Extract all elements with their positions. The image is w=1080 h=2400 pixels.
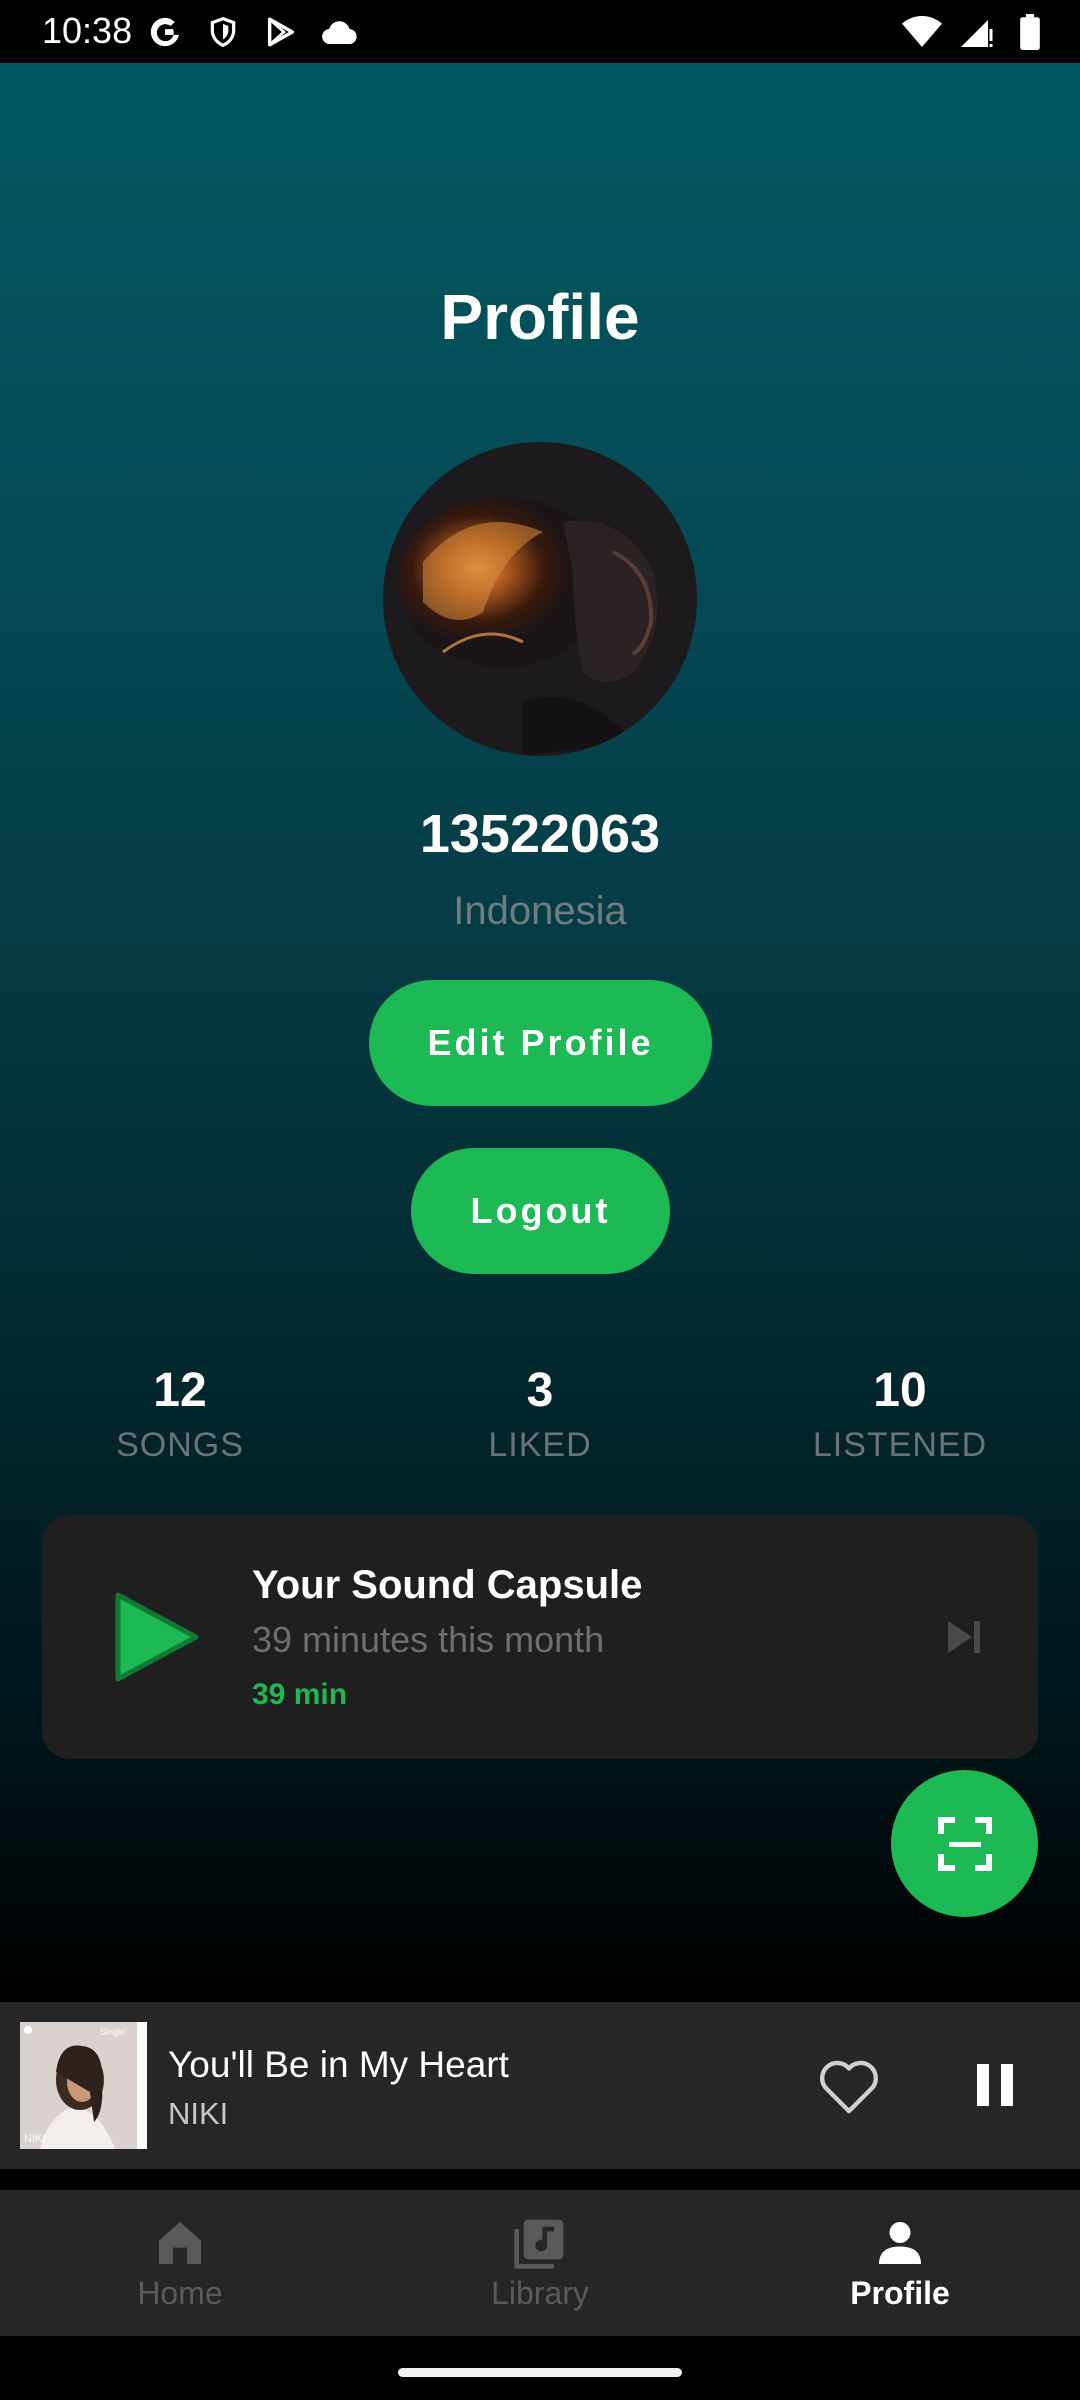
stat-liked-label: LIKED [488,1426,592,1464]
sound-capsule-card[interactable]: Your Sound Capsule 39 minutes this month… [42,1515,1038,1759]
capsule-subtitle: 39 minutes this month [252,1619,605,1660]
system-icons [902,12,1050,52]
nav-label-library: Library [491,2274,589,2311]
nav-gap [0,2169,1080,2190]
scan-icon [937,1816,992,1871]
svg-text:Single: Single [100,2027,125,2037]
stat-songs-value: 12 [153,1364,207,1417]
google-icon [145,12,185,52]
avatar [383,442,697,756]
edit-profile-button[interactable]: Edit Profile [369,980,712,1106]
battery-icon [1010,12,1050,52]
bottom-nav: Home Library Profile [0,2190,1080,2336]
profile-screen: Profile 13522063 Indonesia Edit Profile … [0,63,1080,2000]
pause-icon[interactable] [975,2062,1015,2108]
play-icon[interactable] [106,1587,206,1687]
album-art[interactable]: Single NIKI [20,2022,147,2149]
heart-icon[interactable] [816,2054,882,2116]
notification-icons [145,12,359,52]
stat-songs-label: SONGS [116,1426,244,1464]
capsule-title: Your Sound Capsule [252,1563,643,1607]
svg-text:NIKI: NIKI [24,2133,45,2145]
wifi-icon [902,12,942,52]
nav-item-library[interactable]: Library [360,2190,720,2336]
home-icon [159,2221,201,2264]
cell-signal-icon [956,12,996,52]
person-icon [879,2221,921,2264]
track-artist: NIKI [168,2096,229,2131]
nav-label-home: Home [137,2274,223,2311]
skip-next-icon[interactable] [944,1615,984,1659]
nav-item-profile[interactable]: Profile [720,2190,1080,2336]
page-title: Profile [440,281,640,353]
shield-icon [203,12,243,52]
status-time: 10:38 [42,10,133,51]
nav-item-home[interactable]: Home [0,2190,360,2336]
stat-songs: 12 SONGS [30,1363,330,1465]
logout-button[interactable]: Logout [411,1148,670,1274]
home-gesture-bar[interactable] [398,2368,682,2377]
country-label: Indonesia [453,889,627,933]
track-title: You'll Be in My Heart [168,2044,509,2085]
stats-row: 12 SONGS 3 LIKED 10 LISTENED [0,1363,1080,1483]
stat-liked-value: 3 [526,1364,554,1417]
stat-liked: 3 LIKED [390,1363,690,1465]
status-bar: 10:38 [0,0,1080,63]
stat-listened-value: 10 [873,1364,927,1417]
capsule-minutes: 39 min [252,1678,348,1711]
mini-player[interactable]: Single NIKI You'll Be in My Heart NIKI [0,2002,1080,2169]
stat-listened: 10 LISTENED [750,1363,1050,1465]
play-store-icon [261,12,301,52]
scan-qr-button[interactable] [891,1770,1038,1917]
cloud-icon [319,12,359,52]
library-icon [514,2219,564,2269]
stat-listened-label: LISTENED [812,1426,988,1464]
nav-label-profile: Profile [850,2274,950,2311]
username: 13522063 [419,804,661,864]
gesture-area [0,2336,1080,2400]
